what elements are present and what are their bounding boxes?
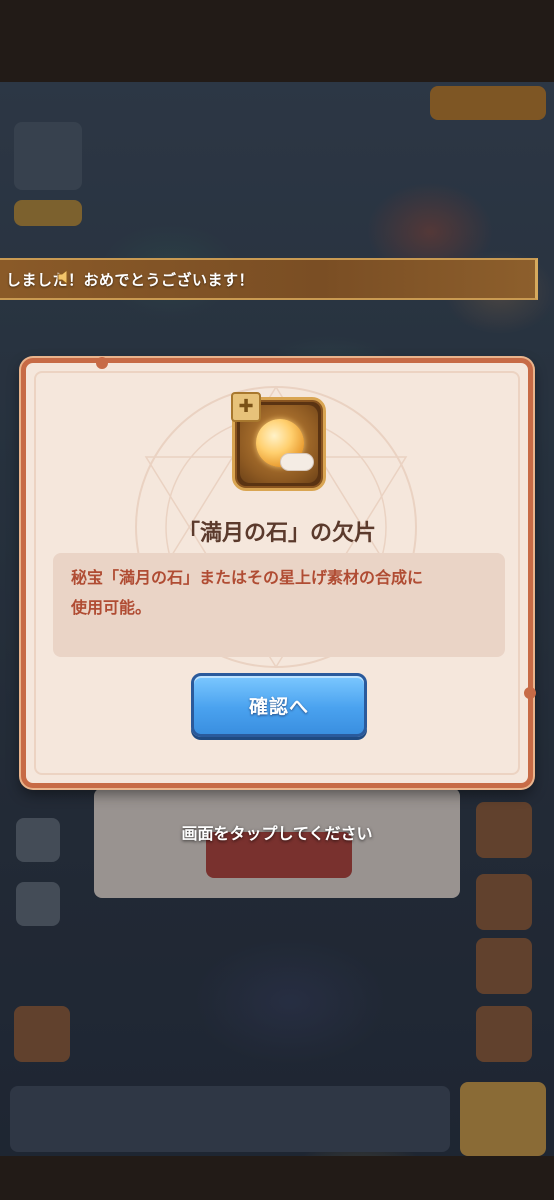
navigation-bar [0, 1156, 554, 1200]
item-detail-dialog: ✚ 「満月の石」の欠片 秘宝「満月の石」またはその星上げ素材の合成に 使用可能。… [21, 357, 536, 788]
tap-to-continue-hint: 画面をタップしてください [181, 824, 373, 843]
congratulations-banner: しました！おめでとうございます！ [0, 258, 538, 300]
status-bar [0, 0, 554, 82]
dialog-side-ornament [524, 687, 536, 699]
confirm-button[interactable]: 確認へ [191, 673, 367, 737]
confirm-button-label: 確認へ [248, 695, 309, 718]
item-title: 「満月の石」の欠片 [177, 521, 376, 546]
dialog-corner-ornament [96, 357, 108, 369]
description-line-2: 使用可能。 [71, 598, 152, 617]
moon-stone-fragment-icon: ✚ [231, 392, 326, 491]
description-line-1: 秘宝「満月の石」またはその星上げ素材の合成に [71, 568, 424, 587]
description-box: 秘宝「満月の石」またはその星上げ素材の合成に 使用可能。 [53, 553, 505, 657]
cloud-icon [280, 453, 314, 471]
speaker-icon [57, 268, 68, 286]
banner-text: しました！おめでとうございます！ [6, 270, 255, 289]
puzzle-piece-icon: ✚ [231, 392, 261, 422]
